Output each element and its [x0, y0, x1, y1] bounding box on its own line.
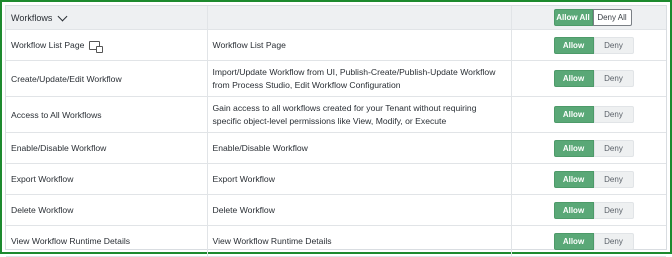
- deny-button[interactable]: Deny: [593, 36, 634, 54]
- table-row: Access to All Workflows Gain access to a…: [6, 96, 666, 133]
- deny-button[interactable]: Deny: [593, 70, 634, 87]
- table-row: Delete Workflow Delete Workflow Allow De…: [6, 194, 666, 226]
- allow-button[interactable]: Allow: [553, 232, 594, 250]
- permission-actions: Allow Deny: [511, 225, 666, 257]
- permission-actions: Allow Deny: [511, 60, 666, 97]
- header-description-cell: [207, 6, 512, 30]
- allow-all-button[interactable]: Allow All: [553, 9, 593, 26]
- permission-name: View Workflow Runtime Details: [6, 225, 208, 257]
- chevron-down-icon[interactable]: [57, 11, 68, 21]
- page-preview-icon[interactable]: [89, 41, 104, 54]
- allow-button[interactable]: Allow: [553, 139, 594, 157]
- permission-name: Export Workflow: [6, 163, 208, 195]
- header-actions-cell: Allow All Deny All: [511, 6, 666, 30]
- allow-button[interactable]: Allow: [553, 70, 594, 87]
- table-row: Create/Update/Edit Workflow Import/Updat…: [6, 60, 666, 97]
- permission-description: Delete Workflow: [207, 194, 512, 226]
- permission-actions: Allow Deny: [511, 96, 666, 133]
- permissions-table-container: Workflows Allow All Deny All Workflow Li…: [5, 5, 667, 257]
- permission-name-cell: Workflow List Page: [6, 29, 208, 61]
- permission-description: Export Workflow: [207, 163, 512, 195]
- permission-description: Enable/Disable Workflow: [207, 132, 512, 164]
- allow-button[interactable]: Allow: [553, 201, 594, 219]
- allow-button[interactable]: Allow: [553, 170, 594, 188]
- permission-description: View Workflow Runtime Details: [207, 225, 512, 257]
- permission-actions: Allow Deny: [511, 132, 666, 164]
- deny-button[interactable]: Deny: [593, 139, 634, 157]
- deny-button[interactable]: Deny: [593, 106, 634, 123]
- table-row: Export Workflow Export Workflow Allow De…: [6, 163, 666, 195]
- permission-description: Workflow List Page: [207, 29, 512, 61]
- permission-actions: Allow Deny: [511, 29, 666, 61]
- section-title: Workflows: [11, 12, 53, 23]
- permission-name: Create/Update/Edit Workflow: [6, 60, 208, 97]
- table-row: Workflow List Page Workflow List Page Al…: [6, 29, 666, 61]
- deny-button[interactable]: Deny: [593, 201, 634, 219]
- permissions-panel-frame: Workflows Allow All Deny All Workflow Li…: [0, 0, 672, 257]
- permission-name: Enable/Disable Workflow: [6, 132, 208, 164]
- table-row: Enable/Disable Workflow Enable/Disable W…: [6, 132, 666, 164]
- deny-all-button[interactable]: Deny All: [592, 9, 632, 26]
- permission-name: Delete Workflow: [6, 194, 208, 226]
- table-row: View Workflow Runtime Details View Workf…: [6, 225, 666, 257]
- deny-button[interactable]: Deny: [593, 170, 634, 188]
- deny-button[interactable]: Deny: [593, 232, 634, 250]
- allow-button[interactable]: Allow: [553, 36, 594, 54]
- permission-actions: Allow Deny: [511, 194, 666, 226]
- permission-description: Import/Update Workflow from UI, Publish-…: [207, 60, 512, 97]
- table-header-row: Workflows Allow All Deny All: [6, 6, 666, 30]
- section-header[interactable]: Workflows: [6, 6, 208, 30]
- permission-description: Gain access to all workflows created for…: [207, 96, 512, 133]
- permission-actions: Allow Deny: [511, 163, 666, 195]
- permissions-table: Workflows Allow All Deny All Workflow Li…: [6, 6, 666, 257]
- allow-button[interactable]: Allow: [553, 106, 594, 123]
- permission-name: Workflow List Page: [11, 39, 85, 50]
- permission-name: Access to All Workflows: [6, 96, 208, 133]
